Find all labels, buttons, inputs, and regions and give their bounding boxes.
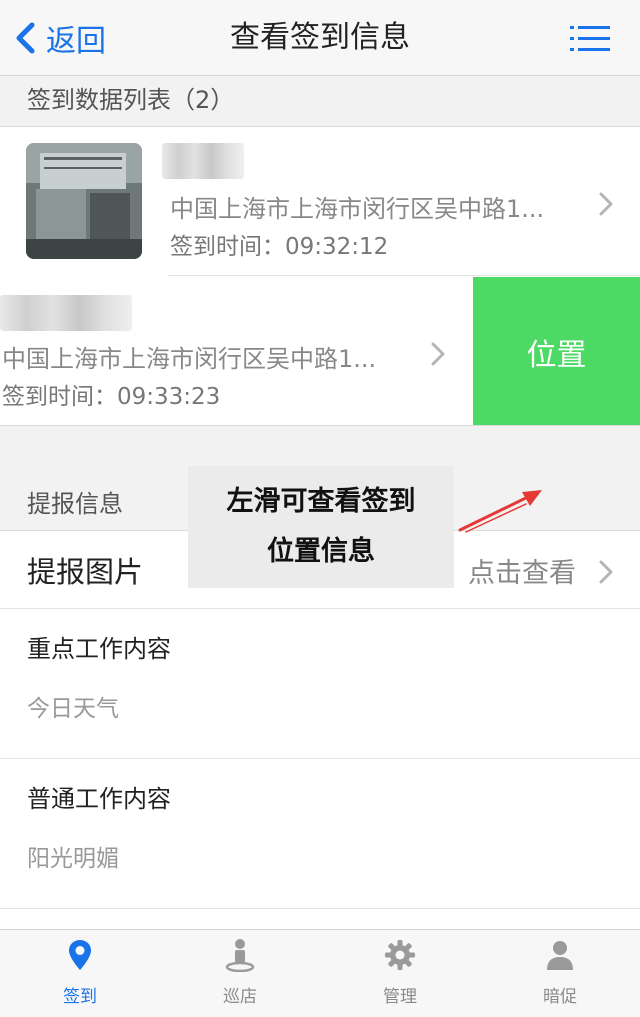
swipe-hint-tooltip: 左滑可查看签到 位置信息 — [188, 466, 454, 588]
tip-line-1: 左滑可查看签到 — [226, 486, 416, 517]
tab-label: 管理 — [383, 987, 417, 1007]
person-pin-icon — [223, 938, 257, 972]
tab-patrol[interactable]: 巡店 — [160, 930, 320, 1017]
tab-label: 签到 — [63, 987, 97, 1007]
top-nav-bar: 返回 查看签到信息 — [0, 0, 640, 76]
list-item[interactable]: 中国上海市上海市闵行区吴中路1... 签到时间：09:33:23 位置 — [0, 277, 640, 425]
row-divider — [168, 275, 640, 276]
blurred-name — [0, 295, 132, 331]
gear-icon — [383, 938, 417, 972]
normal-work-block: 普通工作内容 阳光明媚 — [0, 759, 640, 909]
signin-list: 中国上海市上海市闵行区吴中路1... 签到时间：09:32:12 中国上海市上海… — [0, 126, 640, 426]
signin-time: 签到时间：09:33:23 — [2, 384, 221, 410]
signin-photo-thumbnail[interactable] — [26, 143, 142, 259]
chevron-right-icon — [431, 342, 445, 366]
tab-promo[interactable]: 暗促 — [480, 930, 640, 1017]
page-title: 查看签到信息 — [230, 20, 410, 55]
normal-work-value: 阳光明媚 — [27, 846, 119, 872]
tab-label: 暗促 — [543, 987, 577, 1007]
location-pin-icon — [63, 938, 97, 972]
report-info-section: 提报图片 点击查看 重点工作内容 今日天气 普通工作内容 阳光明媚 — [0, 530, 640, 930]
view-picture-link[interactable]: 点击查看 — [468, 551, 576, 590]
user-icon — [543, 938, 577, 972]
chevron-right-icon — [599, 560, 613, 584]
tab-manage[interactable]: 管理 — [320, 930, 480, 1017]
signin-list-header: 签到数据列表（2） — [27, 86, 235, 114]
report-picture-label: 提报图片 — [27, 555, 144, 589]
blurred-name — [162, 143, 244, 179]
list-menu-icon — [570, 26, 610, 51]
tab-label: 巡店 — [223, 987, 257, 1007]
tab-signin[interactable]: 签到 — [0, 930, 160, 1017]
tip-line-2: 位置信息 — [267, 536, 375, 567]
bottom-tab-bar: 签到 巡店 管理 暗促 — [0, 929, 640, 1017]
key-work-value: 今日天气 — [27, 696, 119, 722]
signin-address: 中国上海市上海市闵行区吴中路1... — [2, 345, 377, 373]
normal-work-title: 普通工作内容 — [27, 785, 171, 813]
key-work-block: 重点工作内容 今日天气 — [0, 609, 640, 759]
chevron-right-icon — [599, 192, 613, 216]
list-item[interactable]: 中国上海市上海市闵行区吴中路1... 签到时间：09:32:12 — [0, 127, 640, 277]
signin-address: 中国上海市上海市闵行区吴中路1... — [170, 195, 545, 223]
red-arrow-icon — [458, 490, 542, 533]
location-swipe-button[interactable]: 位置 — [473, 277, 640, 425]
key-work-title: 重点工作内容 — [27, 635, 171, 663]
signin-time: 签到时间：09:32:12 — [170, 234, 389, 260]
menu-button[interactable] — [570, 24, 610, 54]
